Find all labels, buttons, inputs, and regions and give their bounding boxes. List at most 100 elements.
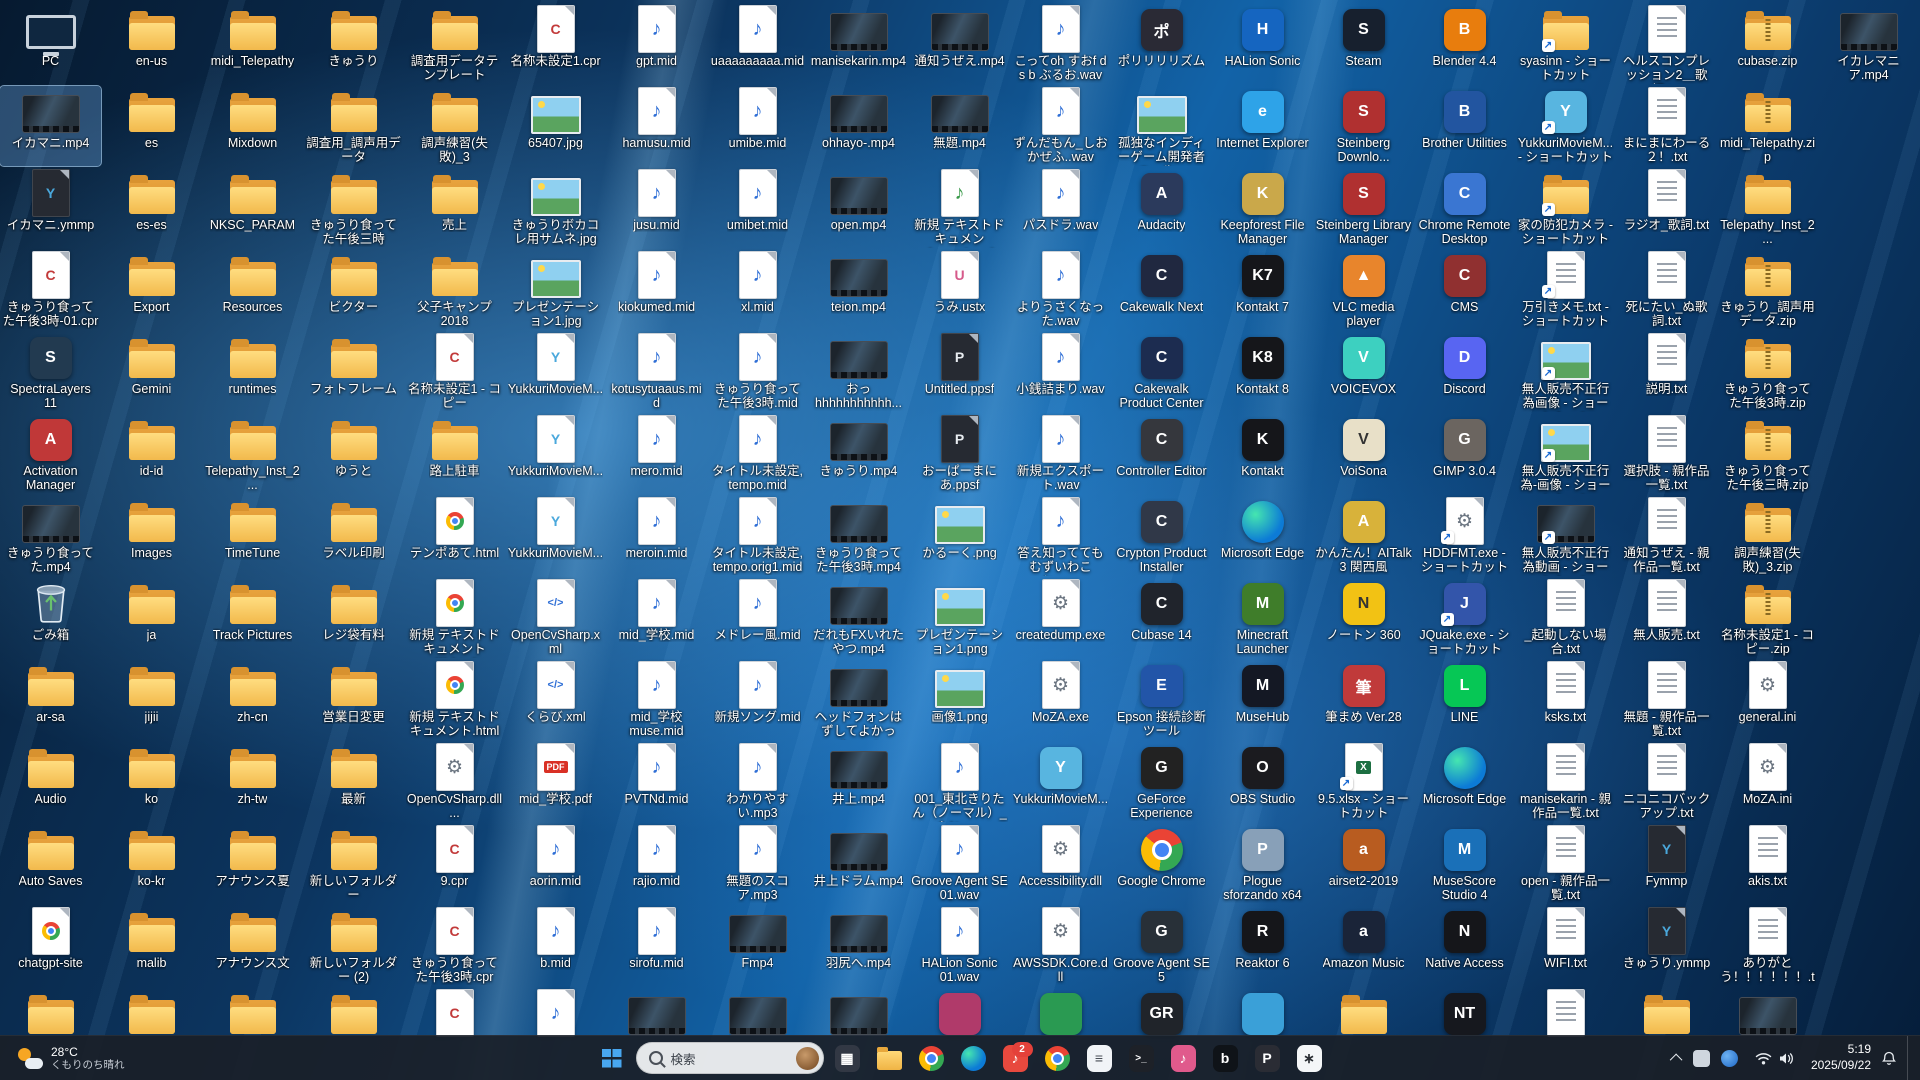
desktop-icon[interactable]: CChrome Remote Desktop <box>1414 168 1515 248</box>
desktop-icon[interactable]: ラジオ_歌詞.txt <box>1616 168 1717 248</box>
desktop-icon[interactable]: NNative Access <box>1414 906 1515 986</box>
desktop-icon[interactable]: K7Kontakt 7 <box>1212 250 1313 330</box>
desktop-icon[interactable]: AAudacity <box>1111 168 1212 248</box>
desktop-icon[interactable]: 井上.mp4 <box>808 742 909 822</box>
desktop-icon[interactable]: きゅうりボカコレ用サムネ.jpg <box>505 168 606 248</box>
desktop-icon[interactable]: CCrypton Product Installer <box>1111 496 1212 576</box>
desktop-icon[interactable]: ko-kr <box>101 824 202 904</box>
desktop-icon[interactable]: manisekarin.mp4 <box>808 4 909 84</box>
desktop-icon[interactable]: Pおーぱーまにあ.ppsf <box>909 414 1010 494</box>
desktop-icon[interactable]: id-id <box>101 414 202 494</box>
desktop-icon[interactable]: aAmazon Music <box>1313 906 1414 986</box>
desktop-icon[interactable]: 無人販売.txt <box>1616 578 1717 658</box>
notification-bell-icon[interactable] <box>1882 1051 1896 1066</box>
desktop-icon[interactable]: LLINE <box>1414 660 1515 740</box>
desktop-icon[interactable]: ごみ箱 <box>0 578 101 658</box>
desktop-icon[interactable]: RReaktor 6 <box>1212 906 1313 986</box>
start-button[interactable] <box>593 1039 631 1077</box>
desktop-icon[interactable]: CController Editor <box>1111 414 1212 494</box>
desktop-icon[interactable]: ♪aorin.mid <box>505 824 606 904</box>
desktop-icon[interactable]: ♪新規エクスポート.wav <box>1010 414 1111 494</box>
desktop-icon[interactable]: ko <box>101 742 202 822</box>
desktop-icon[interactable]: アナウンス文 <box>202 906 303 986</box>
tray-chevron-up-icon[interactable] <box>1670 1053 1683 1066</box>
desktop-icon[interactable]: ヘッドフォンはずしてよかった.mp4 <box>808 660 909 740</box>
desktop-icon[interactable]: ♪xl.mid <box>707 250 808 330</box>
desktop-icon[interactable]: Nノートン 360 <box>1313 578 1414 658</box>
weather-widget[interactable]: 28°C くもりのち晴れ <box>8 1036 135 1080</box>
desktop-icon[interactable]: open.mp4 <box>808 168 909 248</box>
taskbar-app-chrome-profile[interactable] <box>1039 1040 1076 1077</box>
taskbar-app-powerpoint[interactable]: P <box>1249 1040 1286 1077</box>
desktop-icon[interactable]: BBrother Utilities <box>1414 86 1515 166</box>
desktop-icon[interactable]: フォトフレーム <box>303 332 404 412</box>
taskbar-app-terminal[interactable]: >_ <box>1123 1040 1160 1077</box>
desktop-icon[interactable]: Cきゅうり食ってた午後3時.cpr <box>404 906 505 986</box>
desktop-icon[interactable]: ja <box>101 578 202 658</box>
desktop-icon[interactable]: EEpson 接続診断ツール <box>1111 660 1212 740</box>
desktop-icon[interactable]: CCMS <box>1414 250 1515 330</box>
desktop-icon[interactable]: YYukkuriMovieM... <box>505 414 606 494</box>
desktop-icon[interactable]: ↗syasinn - ショートカット <box>1515 4 1616 84</box>
desktop-icon[interactable]: ♪umibe.mid <box>707 86 808 166</box>
desktop-icon[interactable]: Yきゅうり.ymmp <box>1616 906 1717 986</box>
desktop-icon[interactable]: ohhayo-.mp4 <box>808 86 909 166</box>
desktop-icon[interactable]: YFymmp <box>1616 824 1717 904</box>
taskbar-app-task-view[interactable]: ▦ <box>829 1040 866 1077</box>
desktop-icon[interactable]: ♪mid_学校 muse.mid <box>606 660 707 740</box>
desktop-icon[interactable]: KKeepforest File Manager <box>1212 168 1313 248</box>
desktop-icon[interactable]: YYukkuriMovieM... <box>505 332 606 412</box>
desktop-icon[interactable]: ♪こってoh すおf d s b ぶるお.wav <box>1010 4 1111 84</box>
desktop-icon[interactable]: ♪meroin.mid <box>606 496 707 576</box>
desktop-icon[interactable]: イカレマニア.mp4 <box>1818 4 1919 84</box>
desktop-icon[interactable]: ♪uaaaaaaaaa.mid <box>707 4 808 84</box>
desktop-icon[interactable]: MMinecraft Launcher <box>1212 578 1313 658</box>
desktop-icon[interactable]: ♪メドレー風.mid <box>707 578 808 658</box>
desktop-icon[interactable]: プレゼンテーション1.jpg <box>505 250 606 330</box>
desktop-icon[interactable]: きゅうり_調声用データ.zip <box>1717 250 1818 330</box>
desktop-icon[interactable]: ポポリリリリズム <box>1111 4 1212 84</box>
desktop-icon[interactable]: 羽尻へ.mp4 <box>808 906 909 986</box>
desktop-icon[interactable]: Auto Saves <box>0 824 101 904</box>
desktop-icon[interactable]: WIFI.txt <box>1515 906 1616 986</box>
desktop-icon[interactable]: ♪タイトル未設定, tempo.orig1.mid <box>707 496 808 576</box>
desktop-icon[interactable]: runtimes <box>202 332 303 412</box>
desktop-icon[interactable]: CCakewalk Next <box>1111 250 1212 330</box>
desktop-icon[interactable]: PPlogue sforzando x64 <box>1212 824 1313 904</box>
clock[interactable]: 5:19 2025/09/22 <box>1811 1042 1871 1073</box>
desktop-icon[interactable]: C名称未設定1 - コピー <box>404 332 505 412</box>
desktop-icon[interactable]: 無題 - 親作品一覧.txt <box>1616 660 1717 740</box>
desktop-icon[interactable]: Uうみ.ustx <box>909 250 1010 330</box>
taskbar-app-file-explorer[interactable] <box>871 1040 908 1077</box>
desktop-icon[interactable]: GGIMP 3.0.4 <box>1414 414 1515 494</box>
desktop-icon[interactable]: 65407.jpg <box>505 86 606 166</box>
desktop-icon[interactable]: きゅうり.mp4 <box>808 414 909 494</box>
desktop-icon[interactable]: J↗JQuake.exe - ショートカット <box>1414 578 1515 658</box>
desktop-icon[interactable]: ♪新規ソング.mid <box>707 660 808 740</box>
taskbar-app-media-player[interactable]: ♪ <box>1165 1040 1202 1077</box>
desktop-icon[interactable]: Aかんたん！AITalk 3 関西風 <box>1313 496 1414 576</box>
desktop-icon[interactable]: 調査用_調声用データ <box>303 86 404 166</box>
desktop-icon[interactable]: ♪新規 テキストドキュメント.musicxml <box>909 168 1010 248</box>
desktop-icon[interactable]: ⚙OpenCvSharp.dll... <box>404 742 505 822</box>
desktop-icon[interactable]: きゅうり食ってた.mp4 <box>0 496 101 576</box>
desktop-icon[interactable]: Resources <box>202 250 303 330</box>
desktop-icon[interactable]: ♪b.mid <box>505 906 606 986</box>
desktop-icon[interactable]: Audio <box>0 742 101 822</box>
desktop-icon[interactable]: HHALion Sonic <box>1212 4 1313 84</box>
desktop-icon[interactable]: MMuseScore Studio 4 <box>1414 824 1515 904</box>
desktop-icon[interactable]: ⚙createdump.exe <box>1010 578 1111 658</box>
desktop-icon[interactable]: きゅうり食ってた午後三時 <box>303 168 404 248</box>
desktop-icon[interactable]: es <box>101 86 202 166</box>
desktop-icon[interactable]: ↗無人販売不正行為-画像 - ショートカット <box>1515 414 1616 494</box>
desktop-icon[interactable]: 売上 <box>404 168 505 248</box>
desktop-icon[interactable]: 調声練習(失敗)_3 <box>404 86 505 166</box>
desktop-icon[interactable]: SSteinberg Downlo... <box>1313 86 1414 166</box>
desktop-icon[interactable]: Yイカマニ.ymmp <box>0 168 101 248</box>
desktop-icon[interactable]: SSteinberg Library Manager <box>1313 168 1414 248</box>
desktop-icon[interactable]: ♪タイトル未設定, tempo.mid <box>707 414 808 494</box>
desktop-icon[interactable]: 説明.txt <box>1616 332 1717 412</box>
desktop-icon[interactable]: 井上ドラム.mp4 <box>808 824 909 904</box>
desktop-icon[interactable]: C9.cpr <box>404 824 505 904</box>
taskbar-app-bandlab[interactable]: b <box>1207 1040 1244 1077</box>
